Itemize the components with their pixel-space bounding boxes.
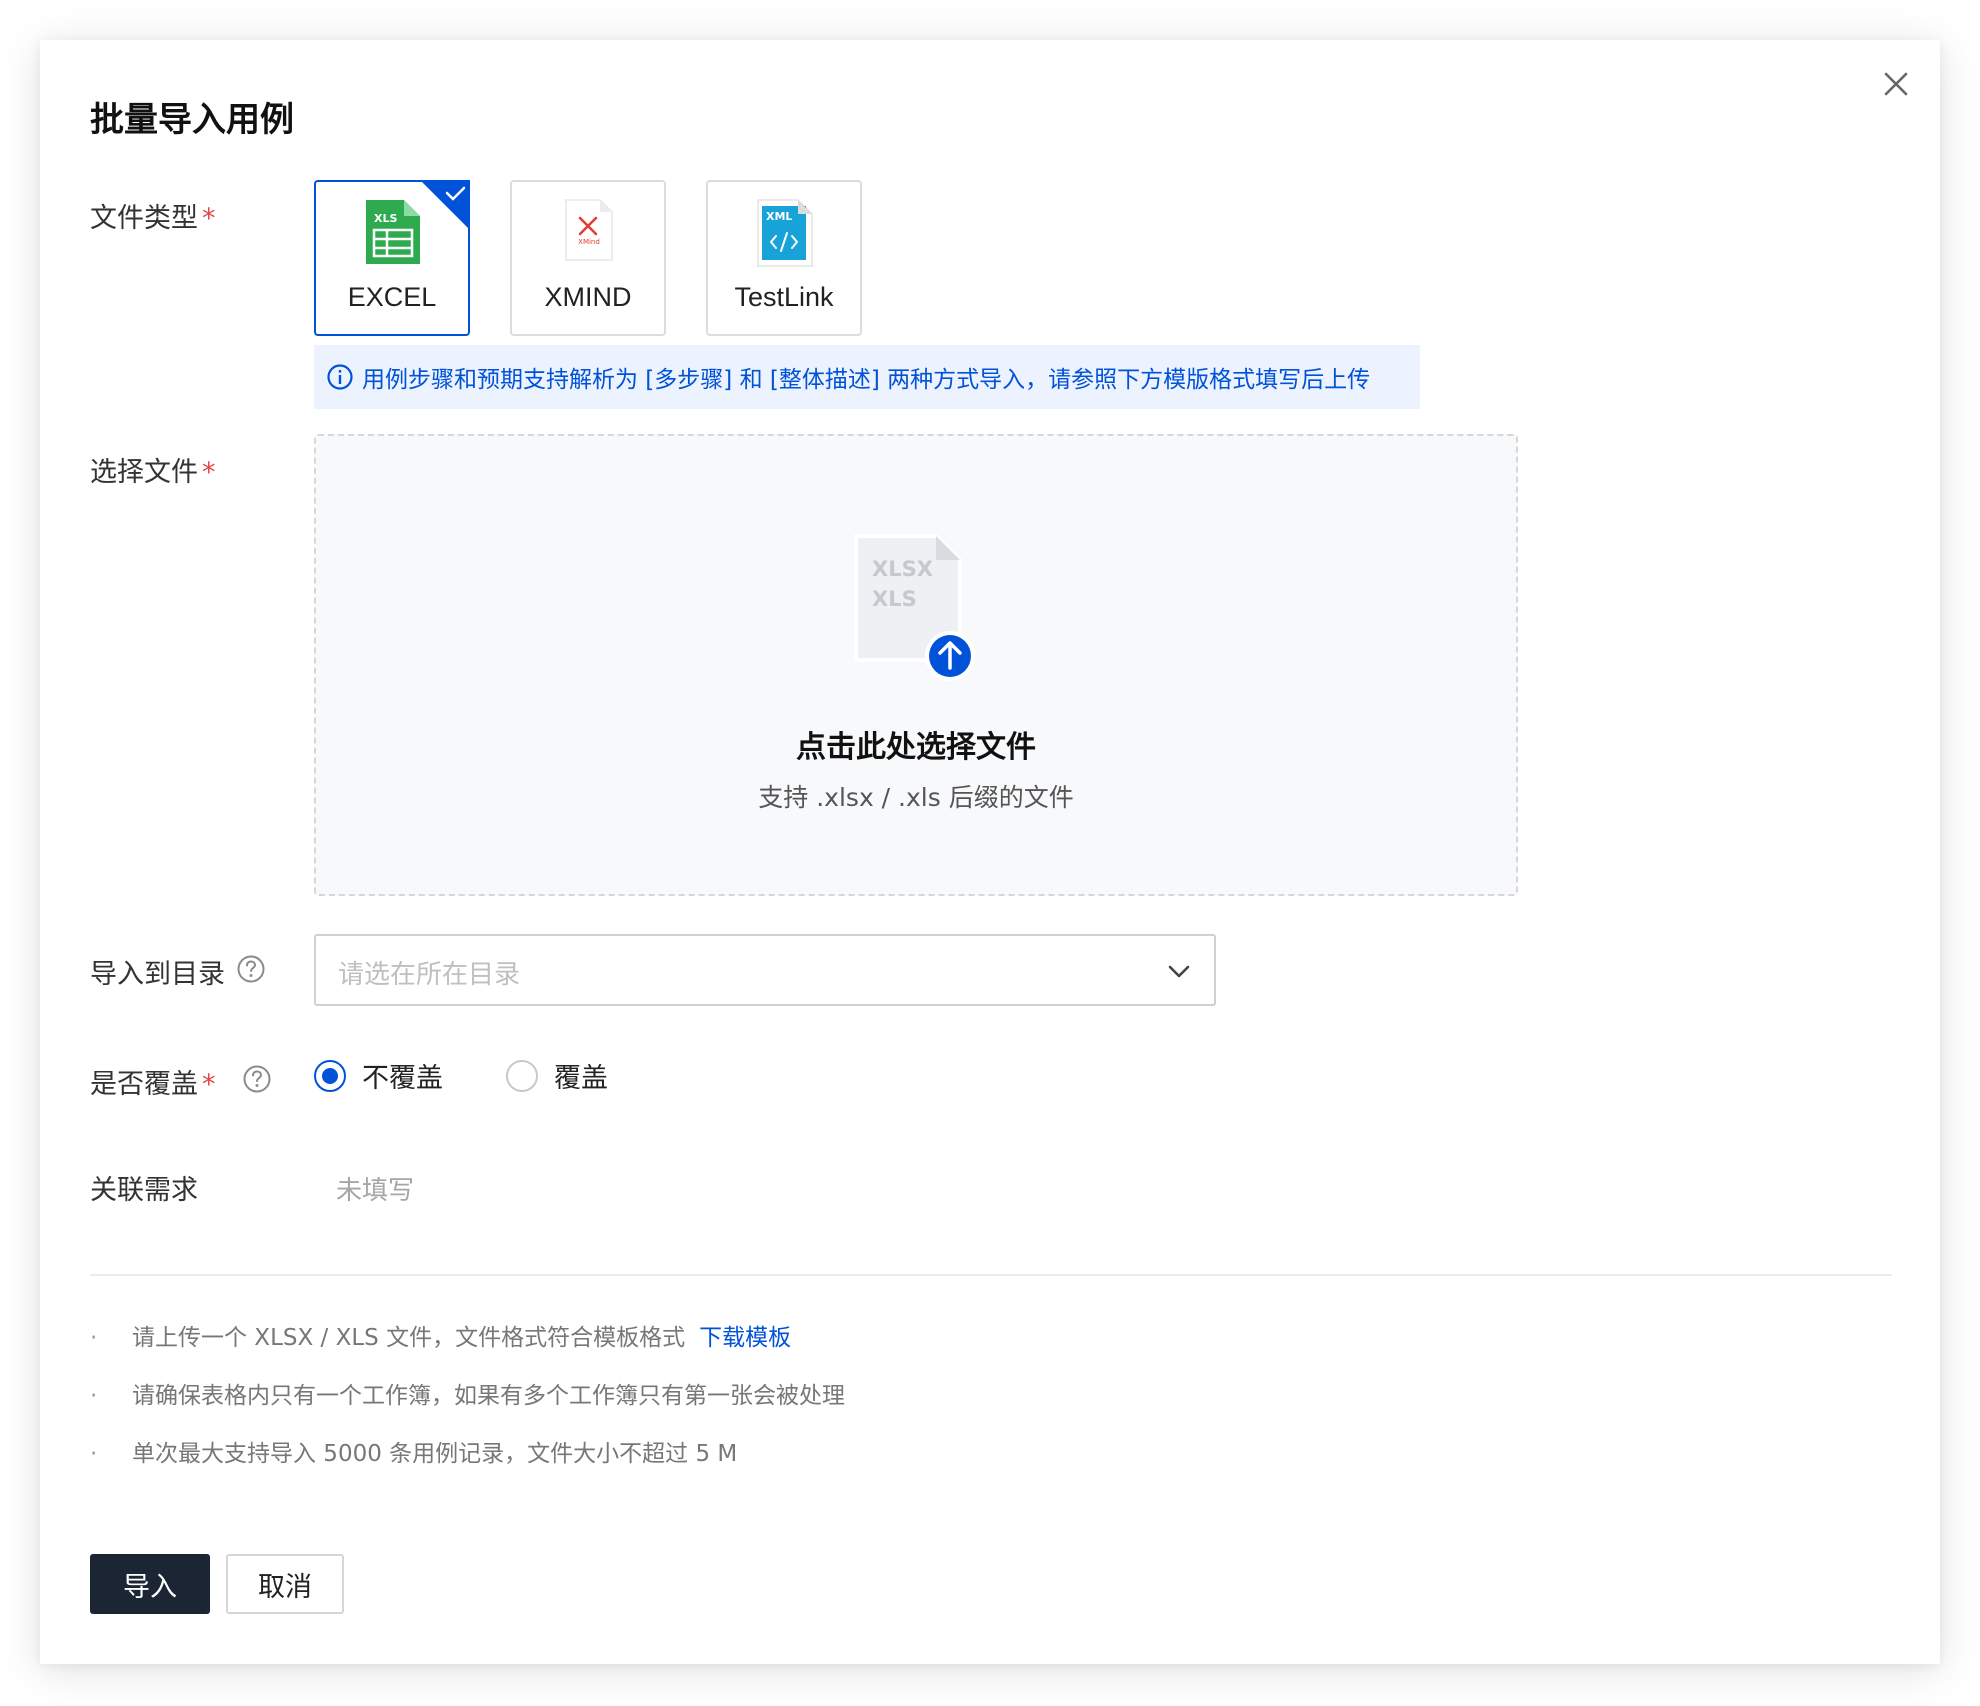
info-tip-text: 用例步骤和预期支持解析为 [多步骤] 和 [整体描述] 两种方式导入，请参照下方… [362,367,1371,393]
svg-text:XLSX: XLSX [872,557,933,581]
radio-overwrite[interactable]: 覆盖 [506,1056,608,1095]
dropzone-subtitle: 支持 .xlsx / .xls 后缀的文件 [758,783,1074,812]
radio-circle [314,1059,346,1092]
file-type-xmind-label: XMIND [544,282,632,312]
svg-text:XLS: XLS [374,212,397,225]
select-file-label: 选择文件 * [90,457,216,488]
xml-file-icon: XML [752,198,816,272]
download-template-link[interactable]: 下载模板 [699,1325,791,1351]
cancel-button[interactable]: 取消 [226,1554,344,1614]
dialog-title: 批量导入用例 [90,100,294,140]
info-tip: 用例步骤和预期支持解析为 [多步骤] 和 [整体描述] 两种方式导入，请参照下方… [314,345,1420,409]
required-mark: * [202,1069,216,1100]
file-dropzone[interactable]: XLSX XLS 点击此处选择文件 支持 .xlsx / .xls 后缀的文件 [314,434,1518,896]
note-item: · 请确保表格内只有一个工作簿，如果有多个工作簿只有第一张会被处理 [90,1383,845,1409]
radio-no-overwrite[interactable]: 不覆盖 [314,1056,443,1095]
directory-placeholder: 请选在所在目录 [338,960,521,990]
file-type-excel[interactable]: XLS EXCEL [314,180,470,336]
note-item: · 请上传一个 XLSX / XLS 文件，文件格式符合模板格式 下载模板 [90,1325,792,1351]
check-icon [420,180,470,230]
requirement-value[interactable]: 未填写 [336,1170,414,1207]
xmind-file-icon: XMind [558,198,618,270]
chevron-down-icon [1168,965,1190,978]
help-icon[interactable] [242,1064,272,1094]
radio-label: 不覆盖 [362,1063,443,1094]
help-icon[interactable] [236,954,266,984]
directory-select[interactable]: 请选在所在目录 [314,934,1216,1006]
note-item: · 单次最大支持导入 5000 条用例记录，文件大小不超过 5 M [90,1441,738,1467]
divider [90,1274,1892,1276]
radio-label: 覆盖 [554,1063,608,1094]
required-mark: * [202,203,216,234]
directory-label: 导入到目录 [90,959,225,990]
requirement-label: 关联需求 [90,1175,198,1206]
import-dialog: 批量导入用例 文件类型 * XLS EXCEL XMind XMIND XML … [40,40,1940,1664]
required-mark: * [202,457,216,488]
file-type-excel-label: EXCEL [347,282,437,312]
radio-circle [506,1059,538,1092]
excel-file-icon: XLS [362,198,422,270]
svg-text:XMind: XMind [578,238,600,246]
file-type-testlink-label: TestLink [734,282,834,312]
file-type-label: 文件类型 * [90,203,216,234]
overwrite-label: 是否覆盖 * [90,1069,216,1100]
import-button[interactable]: 导入 [90,1554,210,1614]
file-type-xmind[interactable]: XMind XMIND [510,180,666,336]
dropzone-title: 点击此处选择文件 [796,730,1036,765]
svg-text:XLS: XLS [872,587,917,611]
svg-text:XML: XML [766,210,792,223]
info-icon [327,364,353,390]
file-type-testlink[interactable]: XML TestLink [706,180,862,336]
upload-file-icon: XLSX XLS [846,532,996,696]
close-icon[interactable] [1876,64,1916,104]
